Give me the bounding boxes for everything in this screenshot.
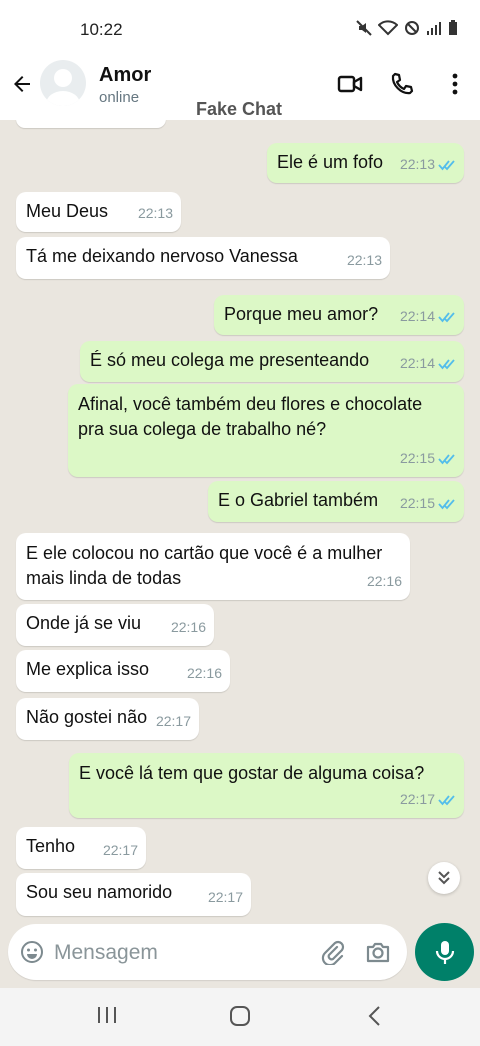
camera-icon[interactable] (365, 939, 391, 965)
incoming-message[interactable]: Sou seu namorido 22:17 (16, 873, 251, 916)
message-time: 22:13 (399, 156, 435, 172)
chat-area[interactable]: Ele é um fofo 22:13 Meu Deus 22:13 Tá me dei… (0, 120, 480, 922)
message-meta: 22:17 (208, 885, 243, 910)
message-time: 22:14 (399, 308, 435, 324)
outgoing-message[interactable]: E você lá tem que gostar de alguma coisa… (69, 753, 464, 818)
battery-icon (449, 20, 457, 35)
message-meta: 22:17 (156, 709, 191, 734)
incoming-message[interactable]: Tá me deixando nervoso Vanessa 22:13 (16, 237, 390, 279)
read-ticks-icon (438, 311, 455, 322)
recents-icon[interactable] (96, 1005, 118, 1025)
read-ticks-icon (438, 453, 455, 464)
message-meta: 22:13 (347, 248, 382, 273)
mute-icon (356, 20, 372, 36)
outgoing-message[interactable]: Ele é um fofo 22:13 (267, 143, 464, 183)
read-ticks-icon (438, 358, 455, 369)
arrow-back-icon[interactable] (10, 72, 34, 96)
message-meta: 22:13 (138, 201, 173, 226)
message-time: 22:17 (102, 842, 138, 858)
outgoing-message[interactable]: É só meu colega me presenteando 22:14 (80, 341, 464, 382)
phone-icon[interactable] (389, 71, 415, 97)
video-call-icon[interactable] (337, 71, 363, 97)
dnd-icon (405, 21, 419, 35)
message-meta: 22:15 (400, 446, 456, 471)
incoming-message[interactable]: Não gostei não 22:17 (16, 698, 199, 740)
incoming-message[interactable]: Meu Deus 22:13 (16, 192, 181, 232)
message-meta: 22:16 (367, 569, 402, 594)
contact-name[interactable]: Amor (99, 64, 151, 87)
message-composer (8, 924, 407, 980)
emoji-icon[interactable] (20, 940, 44, 964)
attach-icon[interactable] (319, 939, 345, 965)
message-time: 22:17 (399, 791, 435, 807)
message-time: 22:16 (366, 573, 402, 589)
status-bar: 10:22 (0, 0, 480, 58)
system-nav-bar (0, 988, 480, 1046)
message-time: 22:17 (155, 713, 191, 729)
incoming-message[interactable]: Me explica isso 22:16 (16, 650, 230, 692)
message-meta: 22:17 (400, 787, 456, 812)
outgoing-message[interactable]: E o Gabriel também 22:15 (208, 481, 464, 522)
contact-status: online (99, 89, 140, 106)
outgoing-message[interactable]: Afinal, você também deu flores e chocola… (68, 384, 464, 477)
read-ticks-icon (438, 159, 455, 170)
avatar[interactable] (40, 60, 86, 106)
mic-button[interactable] (415, 923, 474, 981)
signal-icon (427, 22, 441, 35)
more-vert-icon[interactable] (442, 71, 468, 97)
message-text: E ele colocou no cartão que você é a mul… (26, 543, 383, 588)
message-time: 22:16 (186, 665, 222, 681)
message-time: 22:13 (137, 205, 173, 221)
incoming-message[interactable]: E ele colocou no cartão que você é a mul… (16, 533, 410, 600)
message-meta: 22:14 (400, 351, 456, 376)
message-meta: 22:13 (400, 152, 456, 177)
message-meta: 22:17 (103, 838, 138, 863)
message-bubble-partial (16, 120, 166, 128)
status-time: 10:22 (80, 20, 123, 39)
chevrons-down-icon (438, 871, 450, 885)
message-time: 22:15 (399, 450, 435, 466)
message-meta: 22:14 (400, 304, 456, 329)
status-icons (356, 20, 458, 36)
home-icon[interactable] (229, 1005, 251, 1027)
message-time: 22:13 (346, 252, 382, 268)
nav-back-icon[interactable] (366, 1005, 384, 1027)
message-meta: 22:15 (400, 491, 456, 516)
read-ticks-icon (438, 794, 455, 805)
wifi-icon (378, 20, 398, 36)
message-time: 22:14 (399, 355, 435, 371)
default-avatar-icon (46, 69, 80, 106)
message-time: 22:15 (399, 495, 435, 511)
watermark-text: Fake Chat (196, 99, 283, 119)
message-time: 22:16 (170, 619, 206, 635)
message-time: 22:17 (207, 889, 243, 905)
message-input[interactable] (52, 937, 296, 969)
message-text: E você lá tem que gostar de alguma coisa… (79, 763, 425, 783)
mic-icon (435, 941, 454, 964)
outgoing-message[interactable]: Porque meu amor? 22:14 (214, 295, 464, 335)
scroll-to-bottom-button[interactable] (428, 862, 460, 894)
message-text: Tá me deixando nervoso Vanessa (26, 246, 298, 266)
message-meta: 22:16 (187, 661, 222, 686)
message-text: Afinal, você também deu flores e chocola… (78, 394, 423, 439)
read-ticks-icon (438, 498, 455, 509)
incoming-message[interactable]: Tenho 22:17 (16, 827, 146, 869)
message-meta: 22:16 (171, 615, 206, 640)
incoming-message[interactable]: Onde já se viu 22:16 (16, 604, 214, 646)
